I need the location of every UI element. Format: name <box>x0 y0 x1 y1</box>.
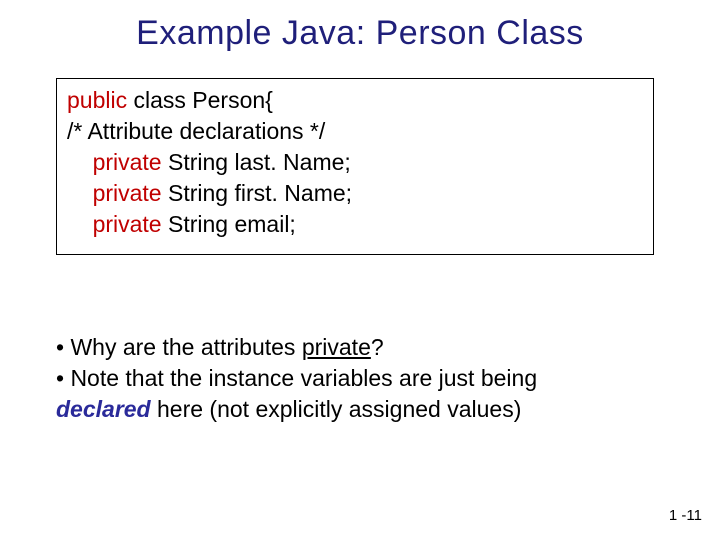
bullet-text: • Why are the attributes <box>56 334 302 360</box>
bullet-1: • Why are the attributes private? <box>56 332 666 363</box>
keyword-private: private <box>93 149 162 175</box>
indent <box>67 180 93 206</box>
bullet-2: • Note that the instance variables are j… <box>56 363 666 394</box>
code-line-4: private String first. Name; <box>67 178 643 209</box>
code-line-5: private String email; <box>67 209 643 240</box>
code-text: String last. Name; <box>162 149 351 175</box>
keyword-private: private <box>93 211 162 237</box>
bullet-text: here (not explicitly assigned values) <box>151 396 522 422</box>
page-number: 1 -11 <box>669 507 702 524</box>
slide: Example Java: Person Class public class … <box>0 0 720 540</box>
indent <box>67 211 93 237</box>
bullet-3: declared here (not explicitly assigned v… <box>56 394 666 425</box>
code-text: String email; <box>162 211 296 237</box>
indent <box>67 149 93 175</box>
code-line-1: public class Person{ <box>67 85 643 116</box>
underlined-word: private <box>302 334 371 360</box>
emphasized-word: declared <box>56 396 151 422</box>
code-line-3: private String last. Name; <box>67 147 643 178</box>
keyword-public: public <box>67 87 127 113</box>
bullet-list: • Why are the attributes private? • Note… <box>56 332 666 425</box>
code-line-2: /* Attribute declarations */ <box>67 116 643 147</box>
keyword-private: private <box>93 180 162 206</box>
code-text: String first. Name; <box>162 180 352 206</box>
code-text: class Person{ <box>127 87 273 113</box>
code-box: public class Person{ /* Attribute declar… <box>56 78 654 255</box>
slide-title: Example Java: Person Class <box>0 14 720 53</box>
bullet-text: ? <box>371 334 384 360</box>
